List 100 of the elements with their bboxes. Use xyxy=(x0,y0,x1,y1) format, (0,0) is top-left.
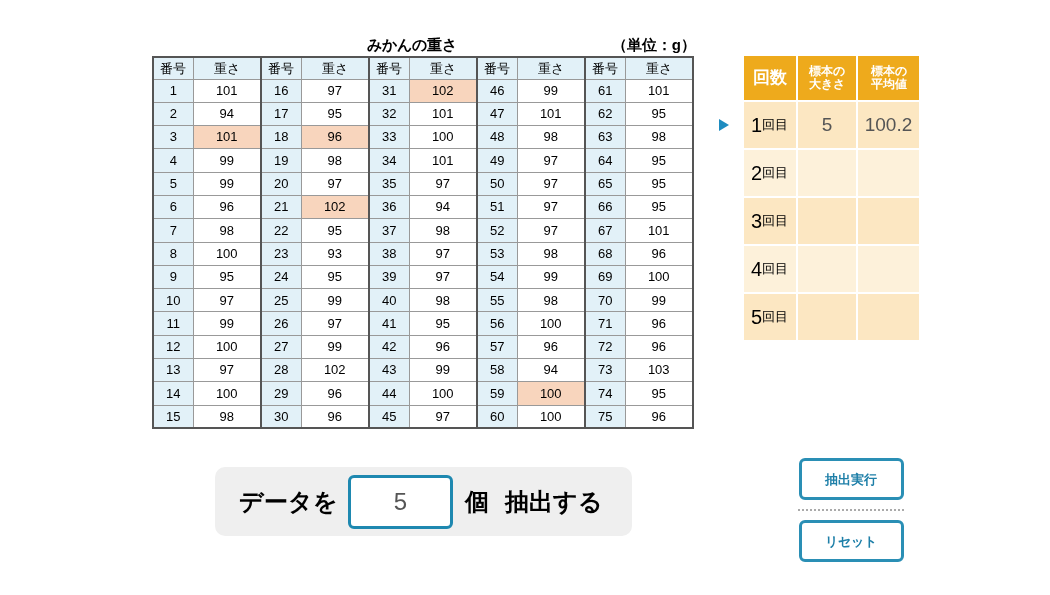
row-number: 64 xyxy=(585,148,625,173)
column-header: 番号 xyxy=(153,57,193,79)
panel-label: 抽出する xyxy=(505,486,603,517)
row-number: 4 xyxy=(153,148,193,173)
extract-button[interactable]: 抽出実行 xyxy=(798,458,904,501)
empty-cell xyxy=(858,294,919,340)
round-label: 5回目 xyxy=(744,294,796,340)
empty-cell xyxy=(798,294,856,340)
row-number: 2 xyxy=(153,102,193,126)
unit-label: （単位：g） xyxy=(611,34,696,55)
row-number: 41 xyxy=(369,311,409,336)
row-number: 26 xyxy=(261,311,301,336)
column-header: 重さ xyxy=(517,57,585,79)
row-number: 1 xyxy=(153,79,193,103)
row-number: 56 xyxy=(477,311,517,336)
sample-size-cell: 5 xyxy=(798,102,856,148)
row-number: 46 xyxy=(477,79,517,103)
row-number: 48 xyxy=(477,125,517,149)
row-number: 7 xyxy=(153,218,193,243)
round-label: 4回目 xyxy=(744,246,796,292)
row-number: 58 xyxy=(477,358,517,382)
row-number: 38 xyxy=(369,242,409,266)
row-number: 74 xyxy=(585,381,625,406)
table-title: みかんの重さ xyxy=(365,34,457,55)
row-number: 32 xyxy=(369,102,409,126)
row-number: 59 xyxy=(477,381,517,406)
row-number: 15 xyxy=(153,405,193,429)
row-number: 61 xyxy=(585,79,625,103)
unit-label: 個 xyxy=(465,486,489,517)
row-number: 63 xyxy=(585,125,625,149)
column-header: 番号 xyxy=(369,57,409,79)
round-label: 3回目 xyxy=(744,198,796,244)
count-input-field[interactable]: 5 xyxy=(348,474,453,529)
row-number: 42 xyxy=(369,335,409,359)
row-number: 30 xyxy=(261,405,301,429)
row-number: 13 xyxy=(153,358,193,382)
row-number: 54 xyxy=(477,265,517,289)
row-number: 66 xyxy=(585,195,625,219)
row-number: 35 xyxy=(369,172,409,196)
row-number: 72 xyxy=(585,335,625,359)
empty-cell xyxy=(858,198,919,244)
row-number: 20 xyxy=(261,172,301,196)
column-header: 重さ xyxy=(193,57,261,79)
row-number: 25 xyxy=(261,288,301,312)
column-header: 重さ xyxy=(625,57,693,79)
row-number: 70 xyxy=(585,288,625,312)
column-header: 標本の大きさ xyxy=(798,56,856,100)
row-number: 60 xyxy=(477,405,517,429)
round-label: 2回目 xyxy=(744,150,796,196)
row-number: 19 xyxy=(261,148,301,173)
column-header: 番号 xyxy=(477,57,517,79)
row-number: 18 xyxy=(261,125,301,149)
row-number: 27 xyxy=(261,335,301,359)
sample-mean-cell: 100.2 xyxy=(858,102,919,148)
row-number: 34 xyxy=(369,148,409,173)
empty-cell xyxy=(858,150,919,196)
row-number: 65 xyxy=(585,172,625,196)
row-number: 28 xyxy=(261,358,301,382)
row-number: 45 xyxy=(369,405,409,429)
round-label: 1回目 xyxy=(744,102,796,148)
row-number: 43 xyxy=(369,358,409,382)
panel-label: データを xyxy=(239,486,338,517)
row-number: 75 xyxy=(585,405,625,429)
row-number: 33 xyxy=(369,125,409,149)
row-number: 55 xyxy=(477,288,517,312)
reset-button[interactable]: リセット xyxy=(798,520,904,563)
row-number: 36 xyxy=(369,195,409,219)
row-number: 40 xyxy=(369,288,409,312)
row-number: 23 xyxy=(261,242,301,266)
row-number: 37 xyxy=(369,218,409,243)
empty-cell xyxy=(798,198,856,244)
row-number: 51 xyxy=(477,195,517,219)
row-number: 53 xyxy=(477,242,517,266)
row-number: 16 xyxy=(261,79,301,103)
row-number: 5 xyxy=(153,172,193,196)
row-number: 14 xyxy=(153,381,193,406)
column-header: 重さ xyxy=(301,57,369,79)
row-number: 11 xyxy=(153,311,193,336)
column-header: 番号 xyxy=(261,57,301,79)
row-number: 22 xyxy=(261,218,301,243)
row-number: 47 xyxy=(477,102,517,126)
column-header: 番号 xyxy=(585,57,625,79)
row-number: 57 xyxy=(477,335,517,359)
row-number: 9 xyxy=(153,265,193,289)
row-number: 50 xyxy=(477,172,517,196)
column-header: 回数 xyxy=(744,56,796,100)
row-number: 29 xyxy=(261,381,301,406)
row-number: 62 xyxy=(585,102,625,126)
row-number: 21 xyxy=(261,195,301,219)
row-number: 3 xyxy=(153,125,193,149)
row-number: 44 xyxy=(369,381,409,406)
row-number: 68 xyxy=(585,242,625,266)
row-number: 17 xyxy=(261,102,301,126)
row-number: 24 xyxy=(261,265,301,289)
row-number: 73 xyxy=(585,358,625,382)
column-header: 重さ xyxy=(409,57,477,79)
row-number: 39 xyxy=(369,265,409,289)
row-number: 31 xyxy=(369,79,409,103)
row-number: 10 xyxy=(153,288,193,312)
empty-cell xyxy=(798,150,856,196)
